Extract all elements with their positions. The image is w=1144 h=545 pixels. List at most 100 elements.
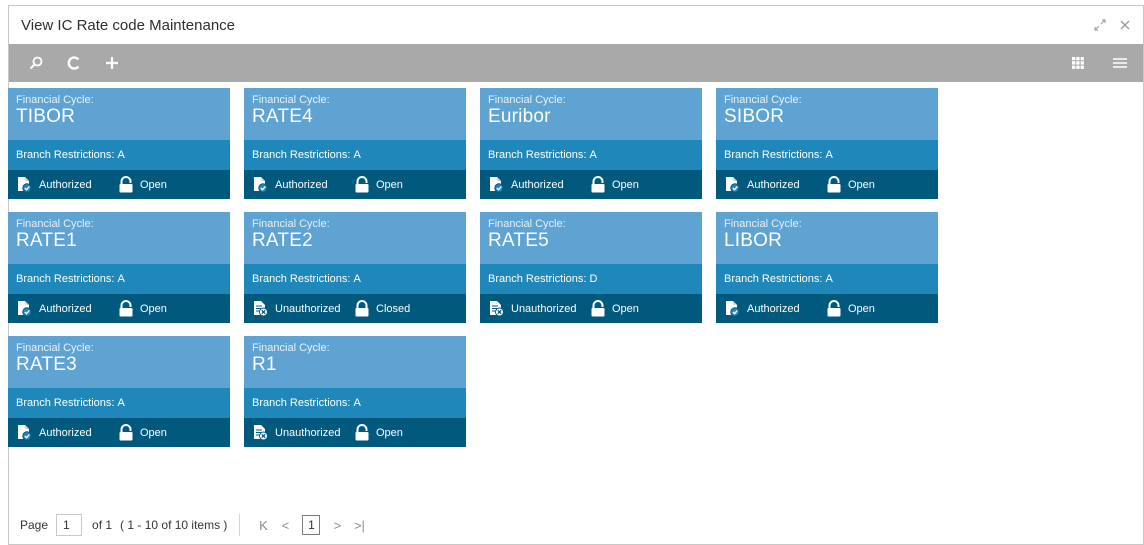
card-header: Financial Cycle: RATE4: [244, 88, 466, 140]
list-view-icon[interactable]: [1105, 48, 1135, 78]
authorization-status: Authorized: [275, 178, 328, 191]
rate-code-card-rate3[interactable]: Financial Cycle: RATE3 Branch Restrictio…: [8, 336, 230, 447]
maximize-icon[interactable]: [1093, 18, 1107, 32]
rate-code-card-rate2[interactable]: Financial Cycle: RATE2 Branch Restrictio…: [244, 212, 466, 323]
last-page-button[interactable]: >|: [348, 518, 370, 533]
rate-code-card-tibor[interactable]: Financial Cycle: TIBOR Branch Restrictio…: [8, 88, 230, 199]
tile-view-icon[interactable]: [1063, 48, 1093, 78]
record-status: Open: [140, 426, 167, 439]
first-page-button[interactable]: K: [252, 518, 274, 533]
branch-restrictions-row: Branch Restrictions: A: [244, 264, 466, 294]
financial-cycle-label: Financial Cycle:: [252, 218, 330, 230]
unlock-icon: [591, 300, 605, 317]
authorized-icon: [18, 301, 32, 317]
refresh-icon[interactable]: [59, 48, 89, 78]
authorized-icon: [18, 177, 32, 193]
record-status: Open: [848, 178, 875, 191]
financial-cycle-value: R1: [252, 354, 277, 375]
branch-restrictions-label: Branch Restrictions:: [488, 149, 587, 161]
authorization-status: Unauthorized: [275, 426, 341, 439]
financial-cycle-value: SIBOR: [724, 106, 785, 127]
authorized-icon: [490, 177, 504, 193]
page-1-button[interactable]: 1: [302, 515, 321, 535]
rate-code-card-rate5[interactable]: Financial Cycle: RATE5 Branch Restrictio…: [480, 212, 702, 323]
branch-restrictions-value: A: [117, 149, 125, 161]
financial-cycle-value: Euribor: [488, 106, 551, 127]
financial-cycle-value: RATE2: [252, 230, 313, 251]
authorization-status: Authorized: [39, 178, 92, 191]
financial-cycle-label: Financial Cycle:: [16, 218, 94, 230]
unlock-icon: [827, 176, 841, 193]
item-range: ( 1 - 10 of 10 items ): [120, 518, 228, 532]
branch-restrictions-label: Branch Restrictions:: [724, 273, 823, 285]
authorization-status: Unauthorized: [511, 302, 577, 315]
record-status: Open: [140, 302, 167, 315]
card-status-row: Unauthorized Open: [480, 294, 702, 323]
close-icon[interactable]: [1119, 19, 1131, 31]
branch-restrictions-row: Branch Restrictions: A: [480, 140, 702, 170]
divider: [239, 514, 241, 536]
lock-icon: [355, 300, 369, 317]
branch-restrictions-label: Branch Restrictions:: [252, 273, 351, 285]
card-status-row: Authorized Open: [716, 170, 938, 199]
branch-restrictions-row: Branch Restrictions: A: [8, 264, 230, 294]
card-status-row: Authorized Open: [8, 418, 230, 447]
card-header: Financial Cycle: R1: [244, 336, 466, 388]
unlock-icon: [355, 176, 369, 193]
authorization-status: Authorized: [39, 302, 92, 315]
branch-restrictions-value: A: [353, 149, 361, 161]
card-status-row: Unauthorized Closed: [244, 294, 466, 323]
record-status: Open: [848, 302, 875, 315]
record-status: Open: [140, 178, 167, 191]
card-header: Financial Cycle: LIBOR: [716, 212, 938, 264]
rate-code-card-euribor[interactable]: Financial Cycle: Euribor Branch Restrict…: [480, 88, 702, 199]
branch-restrictions-value: A: [589, 149, 597, 161]
search-icon[interactable]: [21, 48, 51, 78]
financial-cycle-label: Financial Cycle:: [488, 94, 566, 106]
branch-restrictions-value: A: [353, 397, 361, 409]
branch-restrictions-label: Branch Restrictions:: [724, 149, 823, 161]
card-header: Financial Cycle: SIBOR: [716, 88, 938, 140]
rate-code-card-r1[interactable]: Financial Cycle: R1 Branch Restrictions:…: [244, 336, 466, 447]
branch-restrictions-row: Branch Restrictions: A: [244, 140, 466, 170]
financial-cycle-label: Financial Cycle:: [16, 342, 94, 354]
prev-page-button[interactable]: <: [274, 518, 296, 533]
rate-code-card-rate4[interactable]: Financial Cycle: RATE4 Branch Restrictio…: [244, 88, 466, 199]
authorization-status: Authorized: [39, 426, 92, 439]
add-icon[interactable]: [97, 48, 127, 78]
authorized-icon: [254, 177, 268, 193]
financial-cycle-value: LIBOR: [724, 230, 783, 251]
rate-code-card-libor[interactable]: Financial Cycle: LIBOR Branch Restrictio…: [716, 212, 938, 323]
unauthorized-icon: [254, 425, 268, 441]
page-number-input[interactable]: [56, 514, 83, 536]
record-status: Open: [612, 178, 639, 191]
authorization-status: Authorized: [747, 302, 800, 315]
branch-restrictions-row: Branch Restrictions: A: [8, 388, 230, 418]
card-status-row: Authorized Open: [8, 294, 230, 323]
title-bar: View IC Rate code Maintenance: [9, 6, 1143, 44]
rate-code-card-sibor[interactable]: Financial Cycle: SIBOR Branch Restrictio…: [716, 88, 938, 199]
next-page-button[interactable]: >: [326, 518, 348, 533]
card-header: Financial Cycle: Euribor: [480, 88, 702, 140]
card-header: Financial Cycle: RATE3: [8, 336, 230, 388]
card-status-row: Authorized Open: [480, 170, 702, 199]
authorized-icon: [726, 301, 740, 317]
page-count: of 1: [92, 518, 113, 532]
unlock-icon: [827, 300, 841, 317]
record-status: Open: [376, 426, 403, 439]
window-title: View IC Rate code Maintenance: [21, 16, 236, 34]
record-status: Open: [376, 178, 403, 191]
rate-code-card-rate1[interactable]: Financial Cycle: RATE1 Branch Restrictio…: [8, 212, 230, 323]
branch-restrictions-value: A: [825, 273, 833, 285]
branch-restrictions-row: Branch Restrictions: D: [480, 264, 702, 294]
unauthorized-icon: [490, 301, 504, 317]
card-status-row: Authorized Open: [716, 294, 938, 323]
financial-cycle-value: TIBOR: [16, 106, 76, 127]
card-status-row: Authorized Open: [244, 170, 466, 199]
branch-restrictions-label: Branch Restrictions:: [16, 149, 115, 161]
financial-cycle-value: RATE1: [16, 230, 77, 251]
authorization-status: Authorized: [747, 178, 800, 191]
pagination: Page of 1 ( 1 - 10 of 10 items ) K < 1 >…: [8, 513, 370, 537]
unlock-icon: [119, 176, 133, 193]
authorization-status: Unauthorized: [275, 302, 341, 315]
